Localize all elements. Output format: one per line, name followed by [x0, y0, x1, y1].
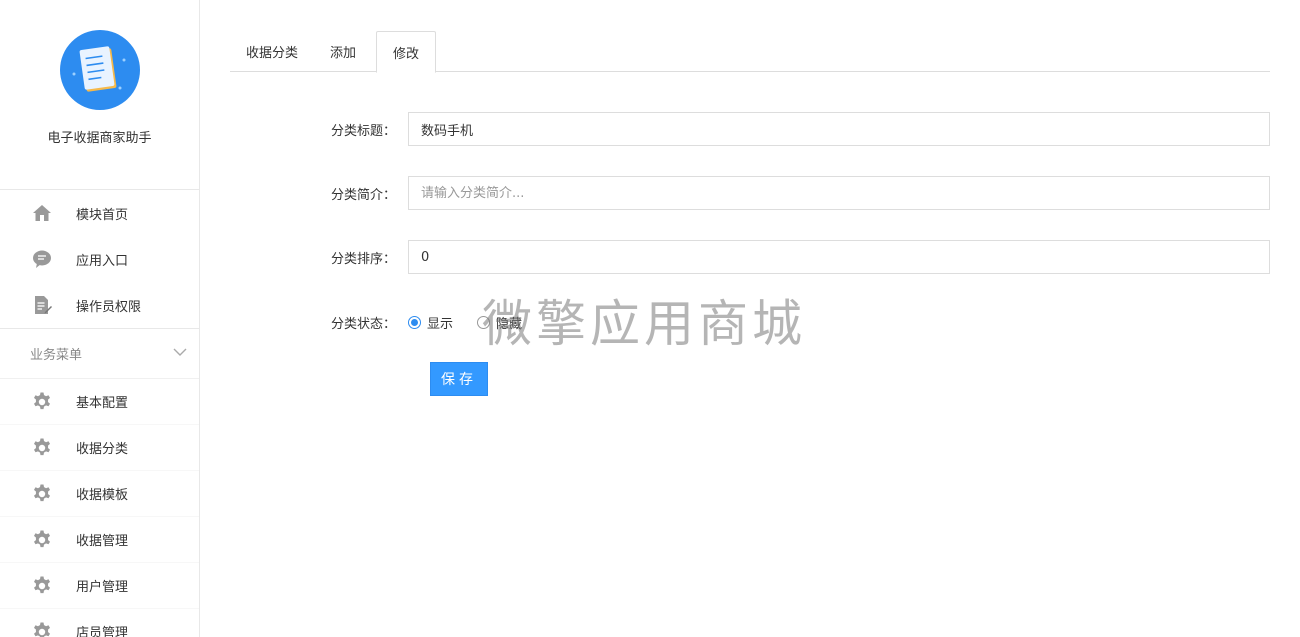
- form-row-intro: 分类简介：: [230, 176, 1270, 210]
- category-intro-input[interactable]: [408, 176, 1270, 210]
- tab-edit[interactable]: 修改: [376, 31, 437, 73]
- sidebar-item-staff-management[interactable]: 店员管理: [0, 609, 199, 637]
- sidebar-item-label: 操作员权限: [76, 299, 142, 315]
- chat-icon: [30, 247, 54, 271]
- sidebar-item-receipt-management[interactable]: 收据管理: [0, 517, 199, 563]
- save-button[interactable]: 保存: [430, 362, 488, 396]
- brand-block: 电子收据商家助手: [0, 30, 199, 190]
- radio-checked-icon: [408, 315, 421, 329]
- app-logo-icon: [59, 30, 140, 110]
- sidebar-item-app-entry[interactable]: 应用入口: [0, 236, 199, 282]
- category-intro-label: 分类简介：: [330, 187, 396, 203]
- sidebar-item-label: 模块首页: [76, 207, 129, 223]
- sidebar-item-label: 收据模板: [76, 488, 129, 503]
- sidebar-item-module-home[interactable]: 模块首页: [0, 190, 199, 236]
- chevron-down-icon: [173, 346, 187, 361]
- gear-icon: [30, 574, 54, 598]
- category-sort-input[interactable]: [408, 240, 1270, 274]
- gear-icon: [30, 390, 54, 414]
- gear-icon: [30, 482, 54, 506]
- gear-icon: [30, 620, 54, 637]
- main-content: 收据分类 添加 修改 分类标题： 分类简介： 分类排序： 分类状态： 显示 隐藏…: [230, 0, 1270, 637]
- form-row-status: 分类状态： 显示 隐藏: [230, 305, 1270, 339]
- status-hide-label: 隐藏: [496, 316, 523, 332]
- business-menu-title: 业务菜单: [30, 348, 83, 363]
- category-title-label: 分类标题：: [330, 123, 396, 139]
- app-name: 电子收据商家助手: [47, 131, 152, 146]
- status-show-label: 显示: [427, 316, 454, 332]
- category-status-label: 分类状态：: [330, 316, 396, 332]
- sidebar-item-basic-config[interactable]: 基本配置: [0, 379, 199, 425]
- tab-add[interactable]: 添加: [314, 31, 372, 72]
- sidebar-item-label: 应用入口: [76, 253, 129, 269]
- status-show-radio[interactable]: 显示: [408, 313, 453, 332]
- sidebar-item-label: 基本配置: [76, 396, 129, 411]
- sidebar-item-label: 收据管理: [76, 534, 129, 549]
- tab-receipt-category[interactable]: 收据分类: [230, 31, 314, 72]
- category-sort-label: 分类排序：: [330, 251, 396, 267]
- form-row-sort: 分类排序：: [230, 240, 1270, 274]
- sidebar-item-operator-permission[interactable]: 操作员权限: [0, 282, 199, 328]
- sidebar-item-label: 店员管理: [76, 626, 129, 637]
- sidebar: 电子收据商家助手 模块首页 应用入口 操作员权限 业务菜单 基本配置 收据分类: [0, 0, 200, 637]
- category-title-input[interactable]: [408, 112, 1270, 146]
- home-icon: [30, 201, 54, 225]
- radio-unchecked-icon: [477, 315, 491, 329]
- sidebar-item-receipt-category[interactable]: 收据分类: [0, 425, 199, 471]
- tab-bar: 收据分类 添加 修改: [230, 31, 1270, 73]
- gear-icon: [30, 528, 54, 552]
- sidebar-item-receipt-template[interactable]: 收据模板: [0, 471, 199, 517]
- form-row-title: 分类标题：: [230, 112, 1270, 146]
- sidebar-item-label: 用户管理: [76, 580, 129, 595]
- status-hide-radio[interactable]: 隐藏: [477, 313, 522, 332]
- sidebar-item-user-management[interactable]: 用户管理: [0, 563, 199, 609]
- sidebar-item-label: 收据分类: [76, 442, 129, 457]
- business-menu-header[interactable]: 业务菜单: [0, 329, 199, 379]
- gear-icon: [30, 436, 54, 460]
- edit-doc-icon: [30, 293, 54, 317]
